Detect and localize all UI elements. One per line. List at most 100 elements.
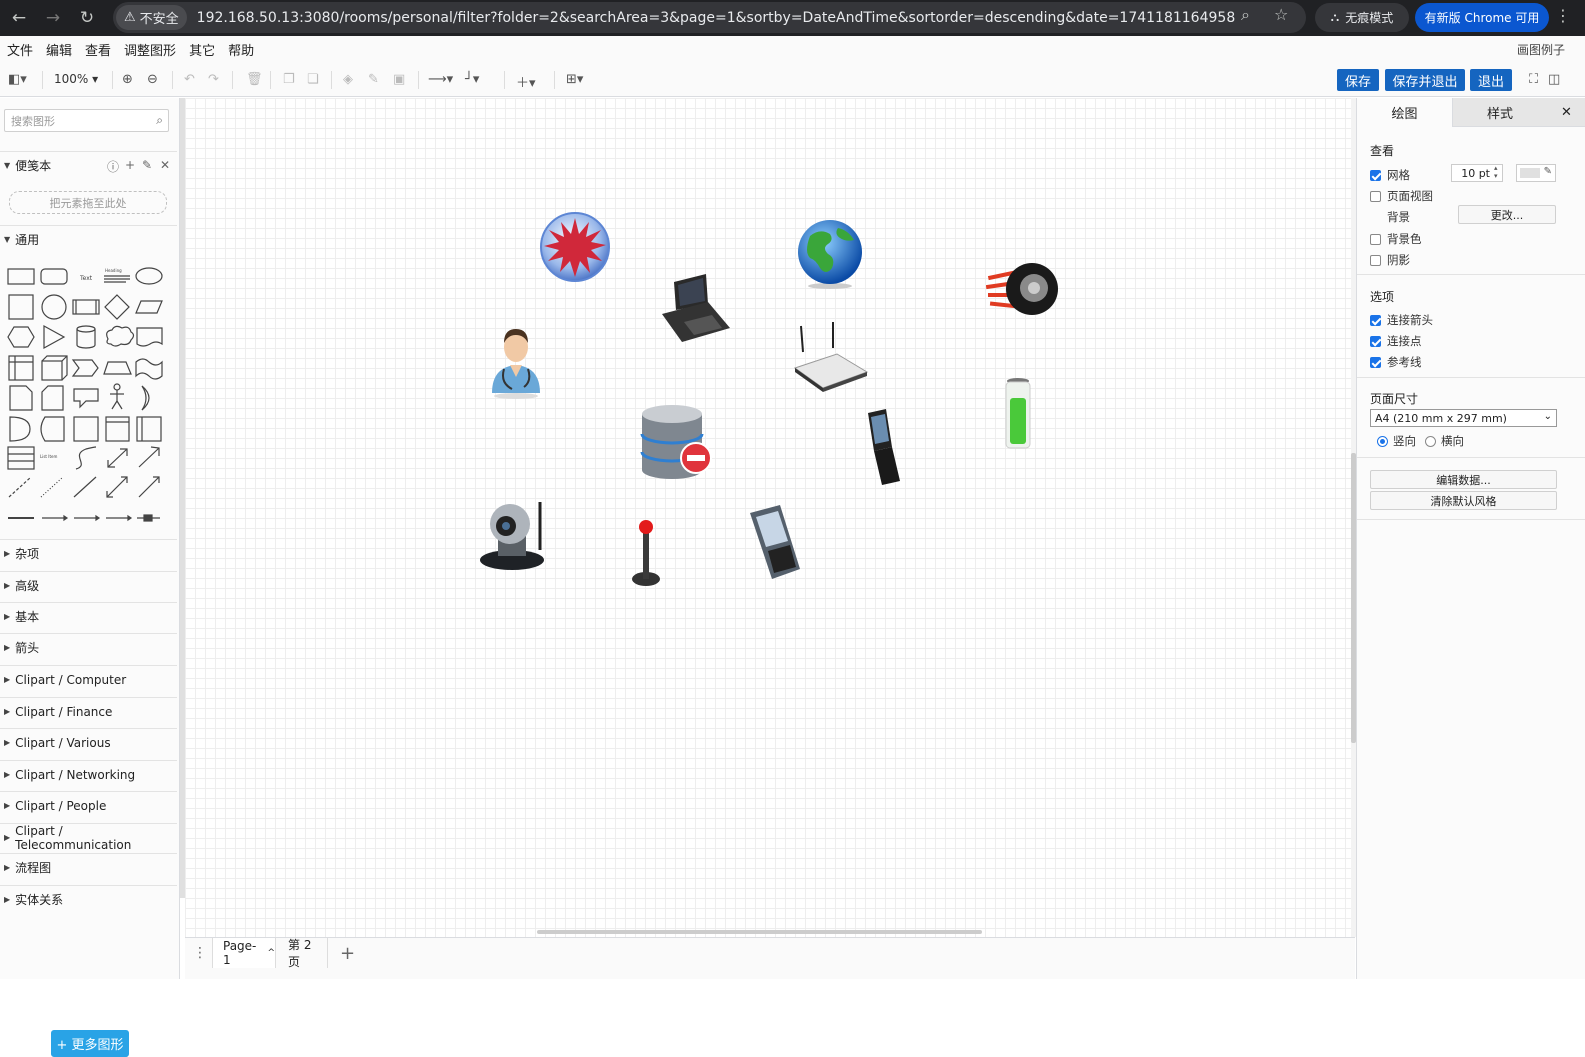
wireless-router-icon[interactable]: [793, 322, 869, 392]
to-back-icon[interactable]: ❏: [307, 72, 319, 87]
library-section[interactable]: ▶ 流程图: [0, 853, 177, 881]
line-shape[interactable]: [73, 476, 97, 498]
dotted-line-shape[interactable]: [40, 476, 64, 498]
connector-arrow-shape[interactable]: [74, 514, 101, 522]
edit-icon[interactable]: ✎: [142, 158, 152, 172]
trapezoid-shape[interactable]: [103, 361, 132, 375]
menu-extras[interactable]: 其它: [189, 40, 215, 59]
textbox-shape[interactable]: Heading: [104, 268, 130, 283]
diamond-shape[interactable]: [104, 294, 130, 320]
cylinder-shape[interactable]: [76, 325, 96, 349]
landscape-radio[interactable]: [1425, 435, 1436, 447]
process-shape[interactable]: [72, 299, 100, 315]
parallelogram-shape[interactable]: [135, 300, 163, 314]
insert-icon[interactable]: ＋▾: [516, 72, 536, 91]
scratchpad-dropzone[interactable]: 把元素拖至此处: [9, 191, 167, 214]
library-section[interactable]: ▶ 箭头: [0, 633, 177, 661]
line-color-icon[interactable]: ✎: [368, 72, 379, 87]
actor-shape[interactable]: [110, 383, 124, 410]
search-icon[interactable]: ⌕: [156, 113, 163, 128]
library-section[interactable]: ▶ 基本: [0, 602, 177, 630]
back-icon[interactable]: ←: [4, 8, 34, 28]
connection-arrows-checkbox[interactable]: [1370, 314, 1381, 326]
zoom-select[interactable]: 100% ▾: [54, 72, 98, 86]
directional-connector-shape[interactable]: [138, 476, 160, 498]
redo-icon[interactable]: ↷: [208, 72, 219, 87]
zoom-out-icon[interactable]: ⊖: [147, 72, 158, 87]
library-section[interactable]: ▶ Clipart / Finance: [0, 697, 177, 725]
grid-color-button[interactable]: ✎: [1516, 164, 1556, 182]
background-color-option[interactable]: 背景色: [1370, 231, 1422, 247]
connector-arrow-shape[interactable]: [42, 514, 69, 522]
vertical-container-shape[interactable]: [136, 416, 162, 442]
battery-icon[interactable]: [1002, 376, 1034, 452]
menu-edit[interactable]: 编辑: [46, 40, 72, 59]
format-panel-toggle-icon[interactable]: ◫: [1548, 72, 1560, 87]
curve-shape[interactable]: [75, 446, 97, 470]
to-front-icon[interactable]: ❐: [283, 72, 295, 87]
grid-checkbox[interactable]: [1370, 169, 1381, 181]
dashed-line-shape[interactable]: [8, 476, 32, 498]
guides-checkbox[interactable]: [1370, 356, 1381, 368]
speeding-tire-icon[interactable]: [986, 259, 1062, 319]
bidirectional-arrow-shape[interactable]: [107, 448, 128, 468]
tab-page-2[interactable]: 第 2 页: [276, 938, 328, 969]
arrow-shape[interactable]: [138, 446, 160, 468]
library-section[interactable]: ▶ Clipart / Computer: [0, 665, 177, 693]
library-section[interactable]: ▶ Clipart / Telecommunication: [0, 823, 177, 852]
antenna-icon[interactable]: [628, 517, 664, 589]
landscape-option[interactable]: 横向: [1425, 433, 1464, 449]
pda-phone-icon[interactable]: [748, 505, 802, 581]
square-shape[interactable]: [8, 294, 34, 320]
frame-shape[interactable]: [105, 416, 130, 442]
search-shapes-input[interactable]: 搜索图形 ⌕: [4, 109, 169, 132]
library-section[interactable]: ▶ Clipart / Networking: [0, 760, 177, 788]
grid-option[interactable]: 网格: [1370, 167, 1410, 183]
portrait-option[interactable]: 竖向: [1377, 433, 1416, 449]
general-shapes-palette[interactable]: Text Heading List Item: [0, 261, 177, 536]
save-exit-button[interactable]: 保存并退出: [1385, 69, 1465, 91]
note-shape[interactable]: [9, 385, 33, 411]
browser-menu-icon[interactable]: ⋮: [1555, 6, 1571, 25]
tab-style[interactable]: 样式: [1452, 98, 1547, 127]
connection-arrows-option[interactable]: 连接箭头: [1370, 312, 1433, 328]
zoom-icon[interactable]: ⌕: [1241, 5, 1250, 25]
bidirectional-connector-shape[interactable]: [106, 476, 128, 498]
data-storage-shape[interactable]: [40, 416, 65, 442]
zoom-in-icon[interactable]: ⊕: [122, 72, 133, 87]
connection-style-icon[interactable]: ⟶▾: [428, 72, 453, 87]
add-page-icon[interactable]: +: [340, 938, 355, 968]
database-remove-icon[interactable]: [638, 404, 714, 480]
table-icon[interactable]: ⊞▾: [566, 72, 583, 87]
menu-view[interactable]: 查看: [85, 40, 111, 59]
scratchpad-header[interactable]: ▼ 便笺本 ⓘ + ✎ ✕: [0, 151, 177, 179]
guides-option[interactable]: 参考线: [1370, 354, 1422, 370]
triangle-shape[interactable]: [43, 324, 66, 350]
edit-data-button[interactable]: 编辑数据...: [1370, 470, 1557, 489]
menu-help[interactable]: 帮助: [228, 40, 254, 59]
background-color-checkbox[interactable]: [1370, 233, 1381, 245]
grid-size-stepper[interactable]: ▴ ▾: [1494, 164, 1498, 180]
close-panel-icon[interactable]: ✕: [1547, 98, 1585, 127]
page-size-select[interactable]: A4 (210 mm x 297 mm) ⌄: [1370, 409, 1557, 427]
cube-shape[interactable]: [41, 355, 68, 381]
ip-camera-icon[interactable]: [476, 498, 548, 574]
starburst-icon[interactable]: [538, 210, 612, 284]
list-shape[interactable]: [7, 446, 35, 470]
change-background-button[interactable]: 更改...: [1458, 205, 1556, 224]
slider-phone-icon[interactable]: [862, 409, 904, 485]
doctor-icon[interactable]: [486, 327, 546, 399]
callout-shape[interactable]: [73, 388, 99, 409]
internal-storage-shape[interactable]: [8, 355, 34, 381]
help-icon[interactable]: ⓘ: [107, 158, 119, 175]
text-shape[interactable]: Text: [79, 275, 93, 282]
portrait-radio[interactable]: [1377, 435, 1388, 447]
circle-shape[interactable]: [41, 294, 67, 320]
close-icon[interactable]: ✕: [160, 158, 170, 172]
menu-arrange[interactable]: 调整图形: [124, 40, 176, 59]
list-item-shape[interactable]: List Item: [40, 454, 57, 459]
url-text[interactable]: 192.168.50.13:3080/rooms/personal/filter…: [197, 10, 1236, 26]
step-shape[interactable]: [71, 359, 99, 377]
fill-color-icon[interactable]: ◈: [343, 72, 353, 87]
pages-menu-icon[interactable]: ⋮: [193, 938, 207, 968]
